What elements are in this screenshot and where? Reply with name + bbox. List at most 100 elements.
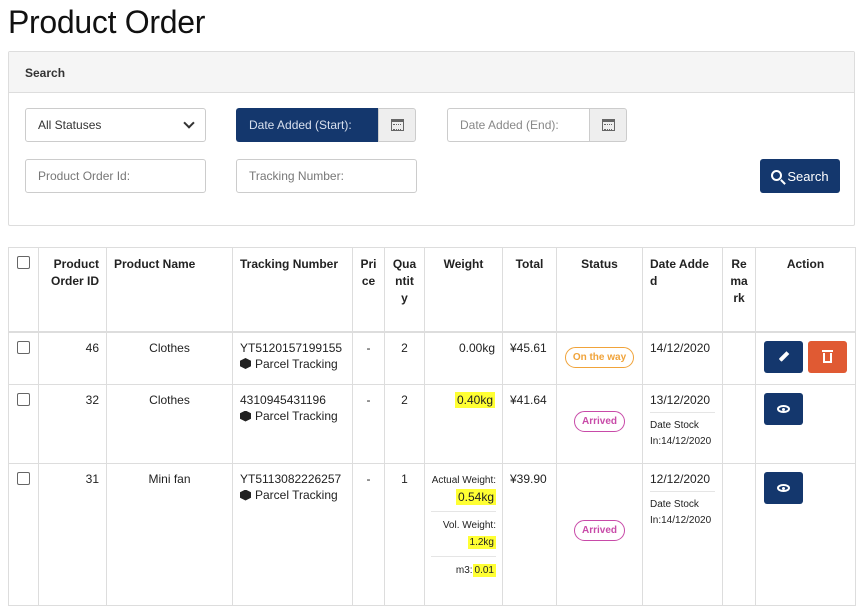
- date-start-input[interactable]: Date Added (Start):: [236, 108, 378, 142]
- order-id-cell: 46: [38, 331, 107, 385]
- date-added: 13/12/2020: [650, 393, 711, 407]
- tracking-number: YT5113082226257: [240, 472, 342, 486]
- status-select-value: All Statuses: [38, 118, 102, 132]
- table-row: 31 Mini fan YT5113082226257 Parcel Track…: [8, 463, 856, 606]
- header-quantity[interactable]: Quantity: [384, 247, 425, 333]
- search-button[interactable]: Search: [760, 159, 840, 193]
- quantity-cell: 2: [384, 384, 425, 464]
- tracking-cell: YT5113082226257 Parcel Tracking: [232, 463, 353, 606]
- search-button-label: Search: [787, 168, 829, 184]
- total-cell: ¥41.64: [502, 384, 557, 464]
- package-icon: [240, 410, 251, 422]
- remark-cell: [722, 331, 756, 385]
- product-name-cell: Clothes: [106, 331, 233, 385]
- tracking-cell: YT5120157199155 Parcel Tracking: [232, 331, 353, 385]
- search-panel: Search All Statuses Date Added (Start): …: [8, 51, 855, 226]
- trash-icon: [822, 349, 833, 363]
- parcel-tracking-link[interactable]: Parcel Tracking: [240, 409, 345, 423]
- header-price[interactable]: Price: [352, 247, 385, 333]
- order-id-input[interactable]: Product Order Id:: [25, 159, 206, 193]
- calendar-icon: [601, 119, 615, 131]
- price-cell: -: [352, 463, 385, 606]
- m3-value: 0.01: [472, 564, 496, 577]
- date-end-calendar-button[interactable]: [589, 108, 627, 142]
- row-checkbox[interactable]: [17, 393, 30, 406]
- header-total[interactable]: Total: [502, 247, 557, 333]
- view-button[interactable]: [764, 393, 803, 425]
- weight-cell: Actual Weight: 0.54kg Vol. Weight: 1.2kg…: [424, 463, 503, 606]
- status-select[interactable]: All Statuses: [25, 108, 206, 142]
- tracking-number: YT5120157199155: [240, 340, 343, 355]
- tracking-cell: 4310945431196 Parcel Tracking: [232, 384, 353, 464]
- header-order-id[interactable]: Product Order ID: [38, 247, 107, 333]
- calendar-icon: [390, 119, 404, 131]
- date-start-group: Date Added (Start):: [236, 108, 416, 142]
- product-name-cell: Mini fan: [106, 463, 233, 606]
- header-status[interactable]: Status: [556, 247, 643, 333]
- edit-button[interactable]: [764, 340, 803, 373]
- header-product-name[interactable]: Product Name: [106, 247, 233, 333]
- date-added-cell: 13/12/2020 Date Stock In:14/12/2020: [642, 384, 723, 464]
- delete-button[interactable]: [808, 340, 847, 373]
- status-badge: Arrived: [573, 520, 625, 541]
- eye-icon: [777, 484, 790, 492]
- package-icon: [240, 489, 251, 501]
- select-all-checkbox[interactable]: [17, 256, 30, 269]
- tracking-number-input[interactable]: Tracking Number:: [236, 159, 417, 193]
- table-header-row: Product Order ID Product Name Tracking N…: [8, 247, 856, 333]
- remark-cell: [722, 384, 756, 464]
- status-cell: On the way: [556, 331, 643, 385]
- header-tracking-number[interactable]: Tracking Number: [232, 247, 353, 333]
- parcel-tracking-link[interactable]: Parcel Tracking: [240, 488, 345, 502]
- status-cell: Arrived: [556, 384, 643, 464]
- row-checkbox[interactable]: [17, 472, 30, 485]
- date-stock-in: Date Stock In:14/12/2020: [650, 412, 715, 450]
- parcel-tracking-link[interactable]: Parcel Tracking: [240, 357, 345, 371]
- header-remark[interactable]: Remark: [722, 247, 756, 333]
- search-panel-header: Search: [9, 52, 854, 93]
- weight-cell: 0.00kg: [424, 331, 503, 385]
- product-name-cell: Clothes: [106, 384, 233, 464]
- date-added: 12/12/2020: [650, 472, 711, 486]
- date-stock-in: Date Stock In:14/12/2020: [650, 491, 715, 529]
- status-cell: Arrived: [556, 463, 643, 606]
- header-action: Action: [755, 247, 856, 333]
- quantity-cell: 1: [384, 463, 425, 606]
- orders-table: Product Order ID Product Name Tracking N…: [8, 247, 856, 606]
- date-start-calendar-button[interactable]: [378, 108, 416, 142]
- order-id-cell: 32: [38, 384, 107, 464]
- status-badge: On the way: [564, 346, 635, 368]
- search-icon: [771, 169, 783, 181]
- header-date-added[interactable]: Date Added: [642, 247, 723, 333]
- date-end-input[interactable]: Date Added (End):: [447, 108, 589, 142]
- action-cell: [755, 384, 856, 464]
- action-cell: [755, 463, 856, 606]
- header-weight[interactable]: Weight: [424, 247, 503, 333]
- remark-cell: [722, 463, 756, 606]
- tracking-number: 4310945431196: [240, 393, 326, 407]
- table-row: 46 Clothes YT5120157199155 Parcel Tracki…: [8, 331, 856, 385]
- status-badge: Arrived: [573, 411, 625, 432]
- quantity-cell: 2: [384, 331, 425, 385]
- pencil-icon: [778, 351, 789, 362]
- view-button[interactable]: [764, 472, 803, 504]
- select-all-cell: [8, 247, 39, 333]
- price-cell: -: [352, 331, 385, 385]
- row-select-cell: [8, 331, 39, 385]
- m3-row: m3: 0.01: [431, 556, 496, 579]
- weight-value: 0.40kg: [454, 392, 495, 408]
- eye-icon: [777, 405, 790, 413]
- row-select-cell: [8, 384, 39, 464]
- price-cell: -: [352, 384, 385, 464]
- table-row: 32 Clothes 4310945431196 Parcel Tracking…: [8, 384, 856, 464]
- weight-cell: 0.40kg: [424, 384, 503, 464]
- action-cell: [755, 331, 856, 385]
- total-cell: ¥39.90: [502, 463, 557, 606]
- date-added-cell: 12/12/2020 Date Stock In:14/12/2020: [642, 463, 723, 606]
- order-id-cell: 31: [38, 463, 107, 606]
- package-icon: [240, 358, 251, 369]
- row-checkbox[interactable]: [17, 340, 30, 354]
- vol-weight-value: 1.2kg: [467, 536, 496, 549]
- actual-weight-label: Actual Weight:: [431, 475, 496, 486]
- row-select-cell: [8, 463, 39, 606]
